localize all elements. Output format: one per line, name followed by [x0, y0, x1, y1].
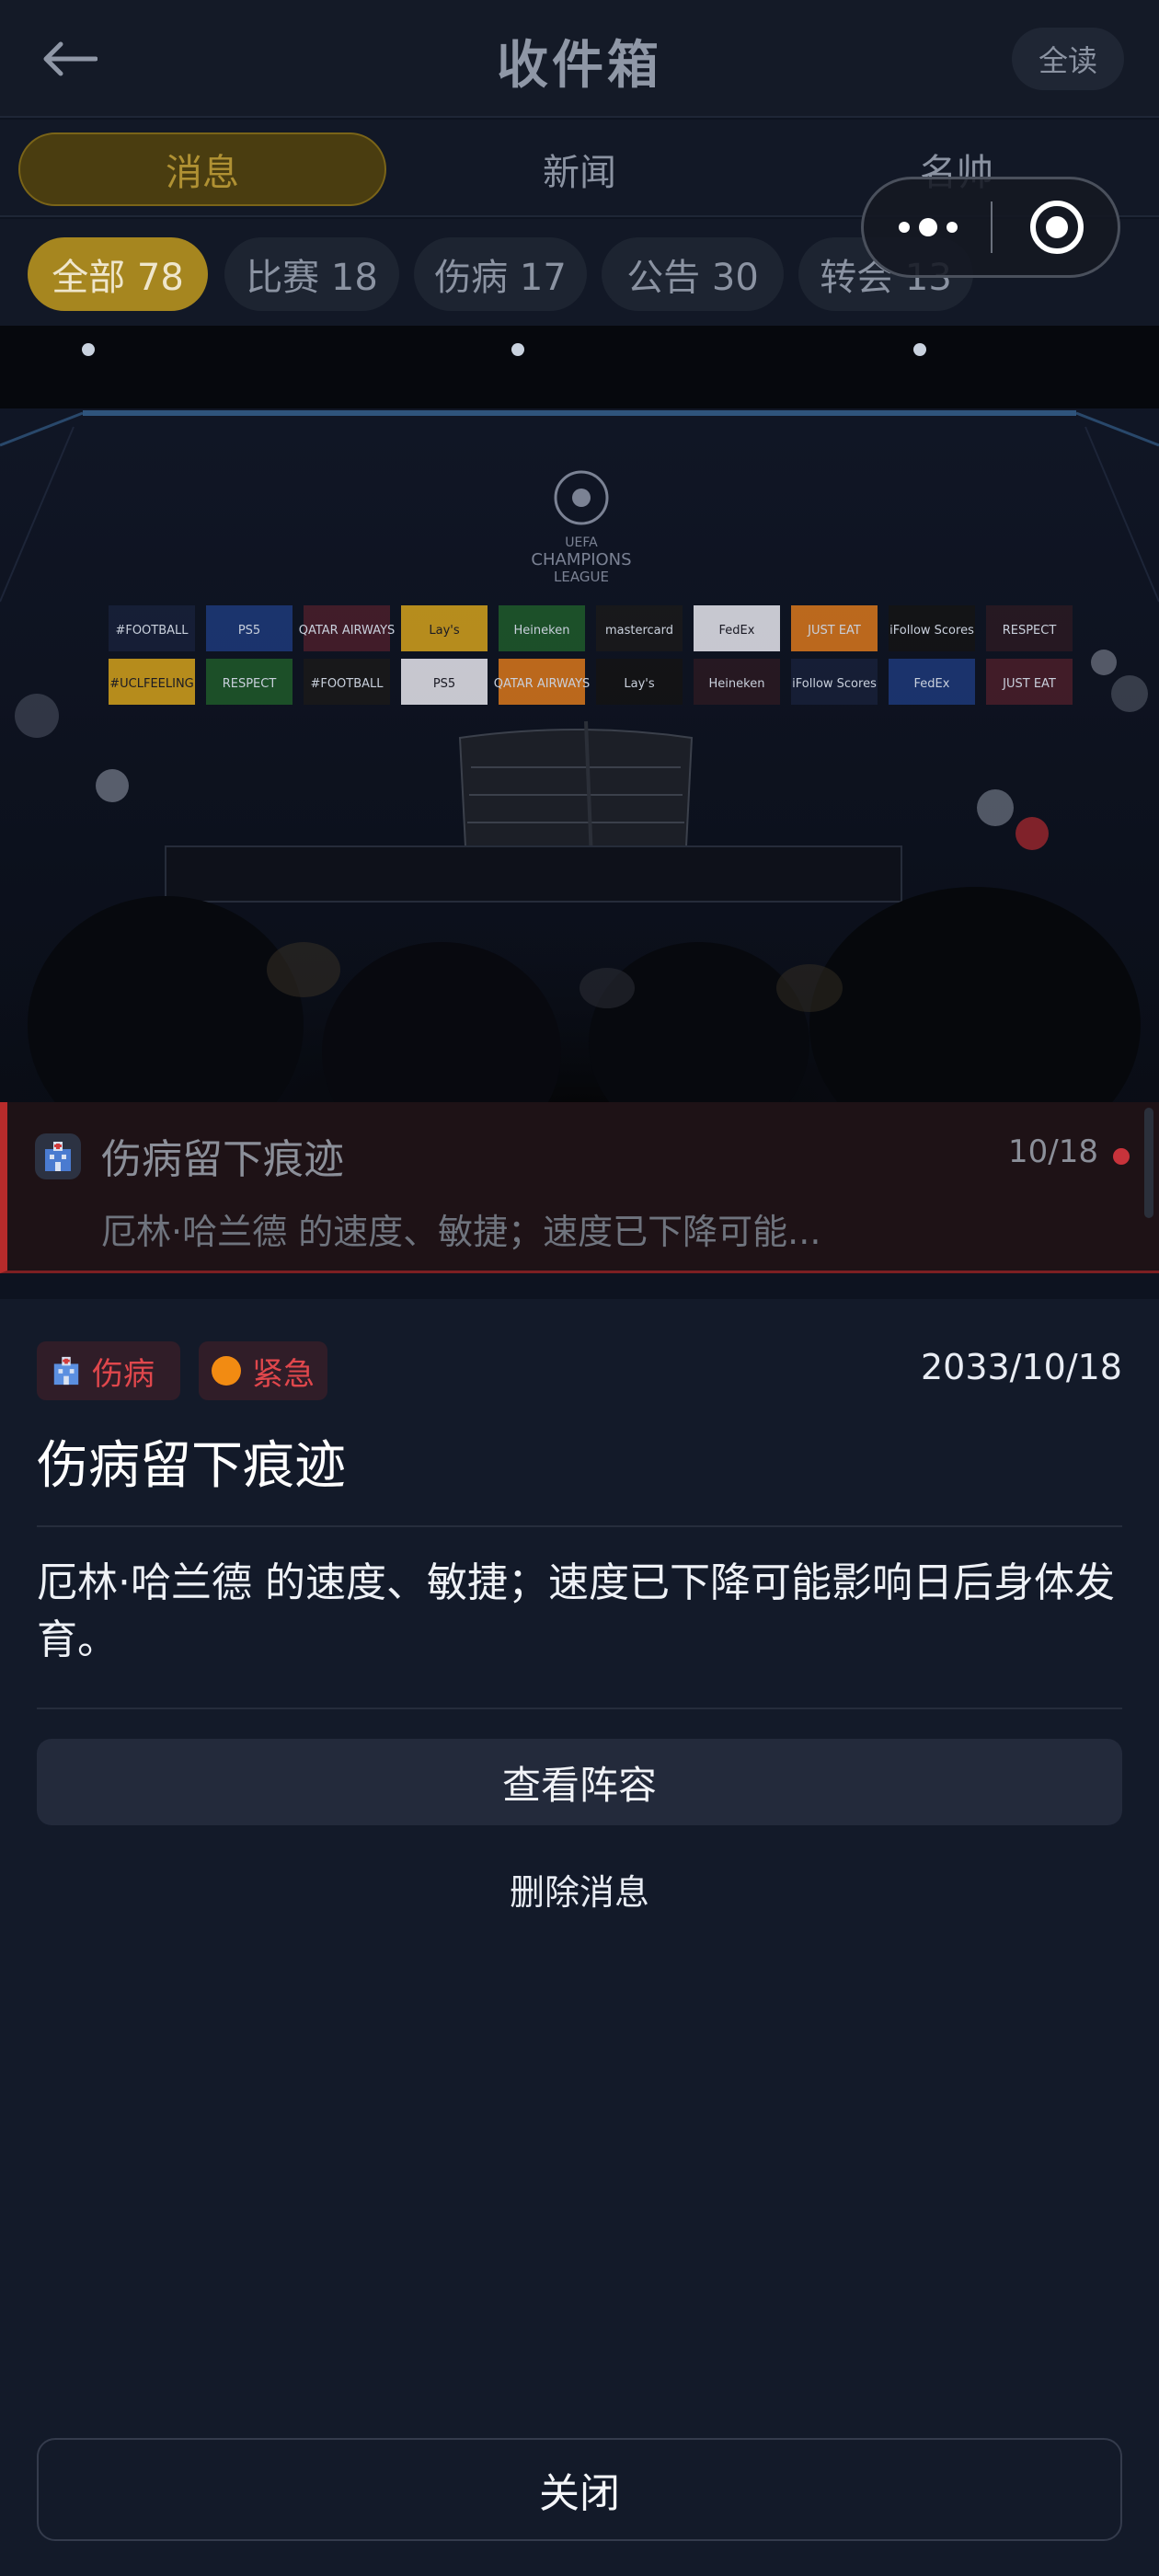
sponsor-label: FedEx — [914, 677, 950, 691]
sponsor-label: FedEx — [719, 624, 755, 638]
miniprogram-capsule — [861, 177, 1120, 278]
divider — [37, 1708, 1122, 1709]
injury-tag: 伤病 — [37, 1341, 180, 1400]
header-bar: 收件箱 全读 — [0, 0, 1159, 118]
more-dot-icon — [947, 222, 958, 233]
tab-news[interactable]: 新闻 — [396, 132, 763, 206]
detail-date: 2033/10/18 — [920, 1347, 1122, 1387]
message-preview: 厄林·哈兰德 的速度、敏捷；速度已下降可能... — [101, 1212, 821, 1252]
filter-chip-all[interactable]: 全部 78 — [28, 237, 208, 311]
scrollbar[interactable] — [1144, 1108, 1153, 1218]
message-date: 10/18 — [1008, 1133, 1098, 1170]
hospital-icon — [50, 1354, 83, 1387]
filter-chip-match[interactable]: 比赛 18 — [224, 237, 399, 311]
divider — [37, 1525, 1122, 1527]
tab-messages[interactable]: 消息 — [18, 132, 386, 206]
sponsor-label: #FOOTBALL — [115, 624, 189, 638]
sponsor-label: QATAR AIRWAYS — [494, 677, 591, 691]
sponsor-label: PS5 — [433, 677, 455, 691]
message-title: 伤病留下痕迹 — [101, 1136, 344, 1183]
sponsor-label: #UCLFEELING — [109, 677, 194, 691]
sponsor-label: mastercard — [605, 624, 673, 638]
urgent-tag-label: 紧急 — [252, 1355, 315, 1393]
sponsor-label: iFollow Scores — [792, 677, 877, 691]
detail-title: 伤病留下痕迹 — [37, 1436, 346, 1496]
urgent-dot-icon — [212, 1356, 241, 1386]
message-detail-sheet: 伤病 紧急 2033/10/18 伤病留下痕迹 厄林·哈兰德 的速度、敏捷；速度… — [0, 1299, 1159, 2576]
capsule-divider — [991, 201, 993, 253]
view-lineup-button[interactable]: 查看阵容 — [37, 1739, 1122, 1825]
sponsor-label: Heineken — [514, 624, 570, 638]
urgent-tag: 紧急 — [199, 1341, 327, 1400]
target-icon — [1030, 201, 1084, 254]
sponsor-label: Lay's — [624, 677, 654, 691]
unread-indicator — [1113, 1148, 1130, 1165]
close-button[interactable]: 关闭 — [37, 2438, 1122, 2541]
page-title: 收件箱 — [497, 36, 662, 96]
more-dot-icon — [899, 222, 910, 233]
hero-image: UEFA CHAMPIONS LEAGUE #FOOTBALL PS5 QATAR … — [0, 326, 1159, 1102]
logo-text: UEFA — [565, 535, 598, 550]
more-dot-icon — [919, 218, 937, 236]
filter-chip-injury[interactable]: 伤病 17 — [414, 237, 587, 311]
read-all-button[interactable]: 全读 — [1012, 28, 1124, 90]
injury-tag-label: 伤病 — [92, 1355, 155, 1393]
message-list-item[interactable]: 伤病留下痕迹 10/18 厄林·哈兰德 的速度、敏捷；速度已下降可能... — [0, 1102, 1159, 1273]
hospital-icon — [35, 1133, 81, 1179]
sponsor-label: iFollow Scores — [889, 624, 974, 638]
delete-message-button[interactable]: 删除消息 — [0, 1864, 1159, 1915]
sponsor-label: #FOOTBALL — [310, 677, 384, 691]
sponsor-label: RESPECT — [223, 677, 277, 691]
sponsor-label: Heineken — [709, 677, 765, 691]
sponsor-label: JUST EAT — [1002, 677, 1056, 691]
capsule-close-button[interactable] — [994, 179, 1119, 275]
sponsor-label: JUST EAT — [807, 624, 861, 638]
sponsor-label: QATAR AIRWAYS — [299, 624, 396, 638]
detail-body: 厄林·哈兰德 的速度、敏捷；速度已下降可能影响日后身体发育。 — [37, 1559, 1115, 1663]
sponsor-label: RESPECT — [1003, 624, 1057, 638]
logo-text: CHAMPIONS — [531, 550, 631, 569]
more-options-button[interactable] — [864, 179, 993, 275]
press-chair — [458, 729, 694, 847]
filter-chip-announcement[interactable]: 公告 30 — [602, 237, 784, 311]
logo-text: LEAGUE — [554, 569, 609, 585]
sponsor-label: Lay's — [429, 624, 459, 638]
sponsor-label: PS5 — [238, 624, 260, 638]
